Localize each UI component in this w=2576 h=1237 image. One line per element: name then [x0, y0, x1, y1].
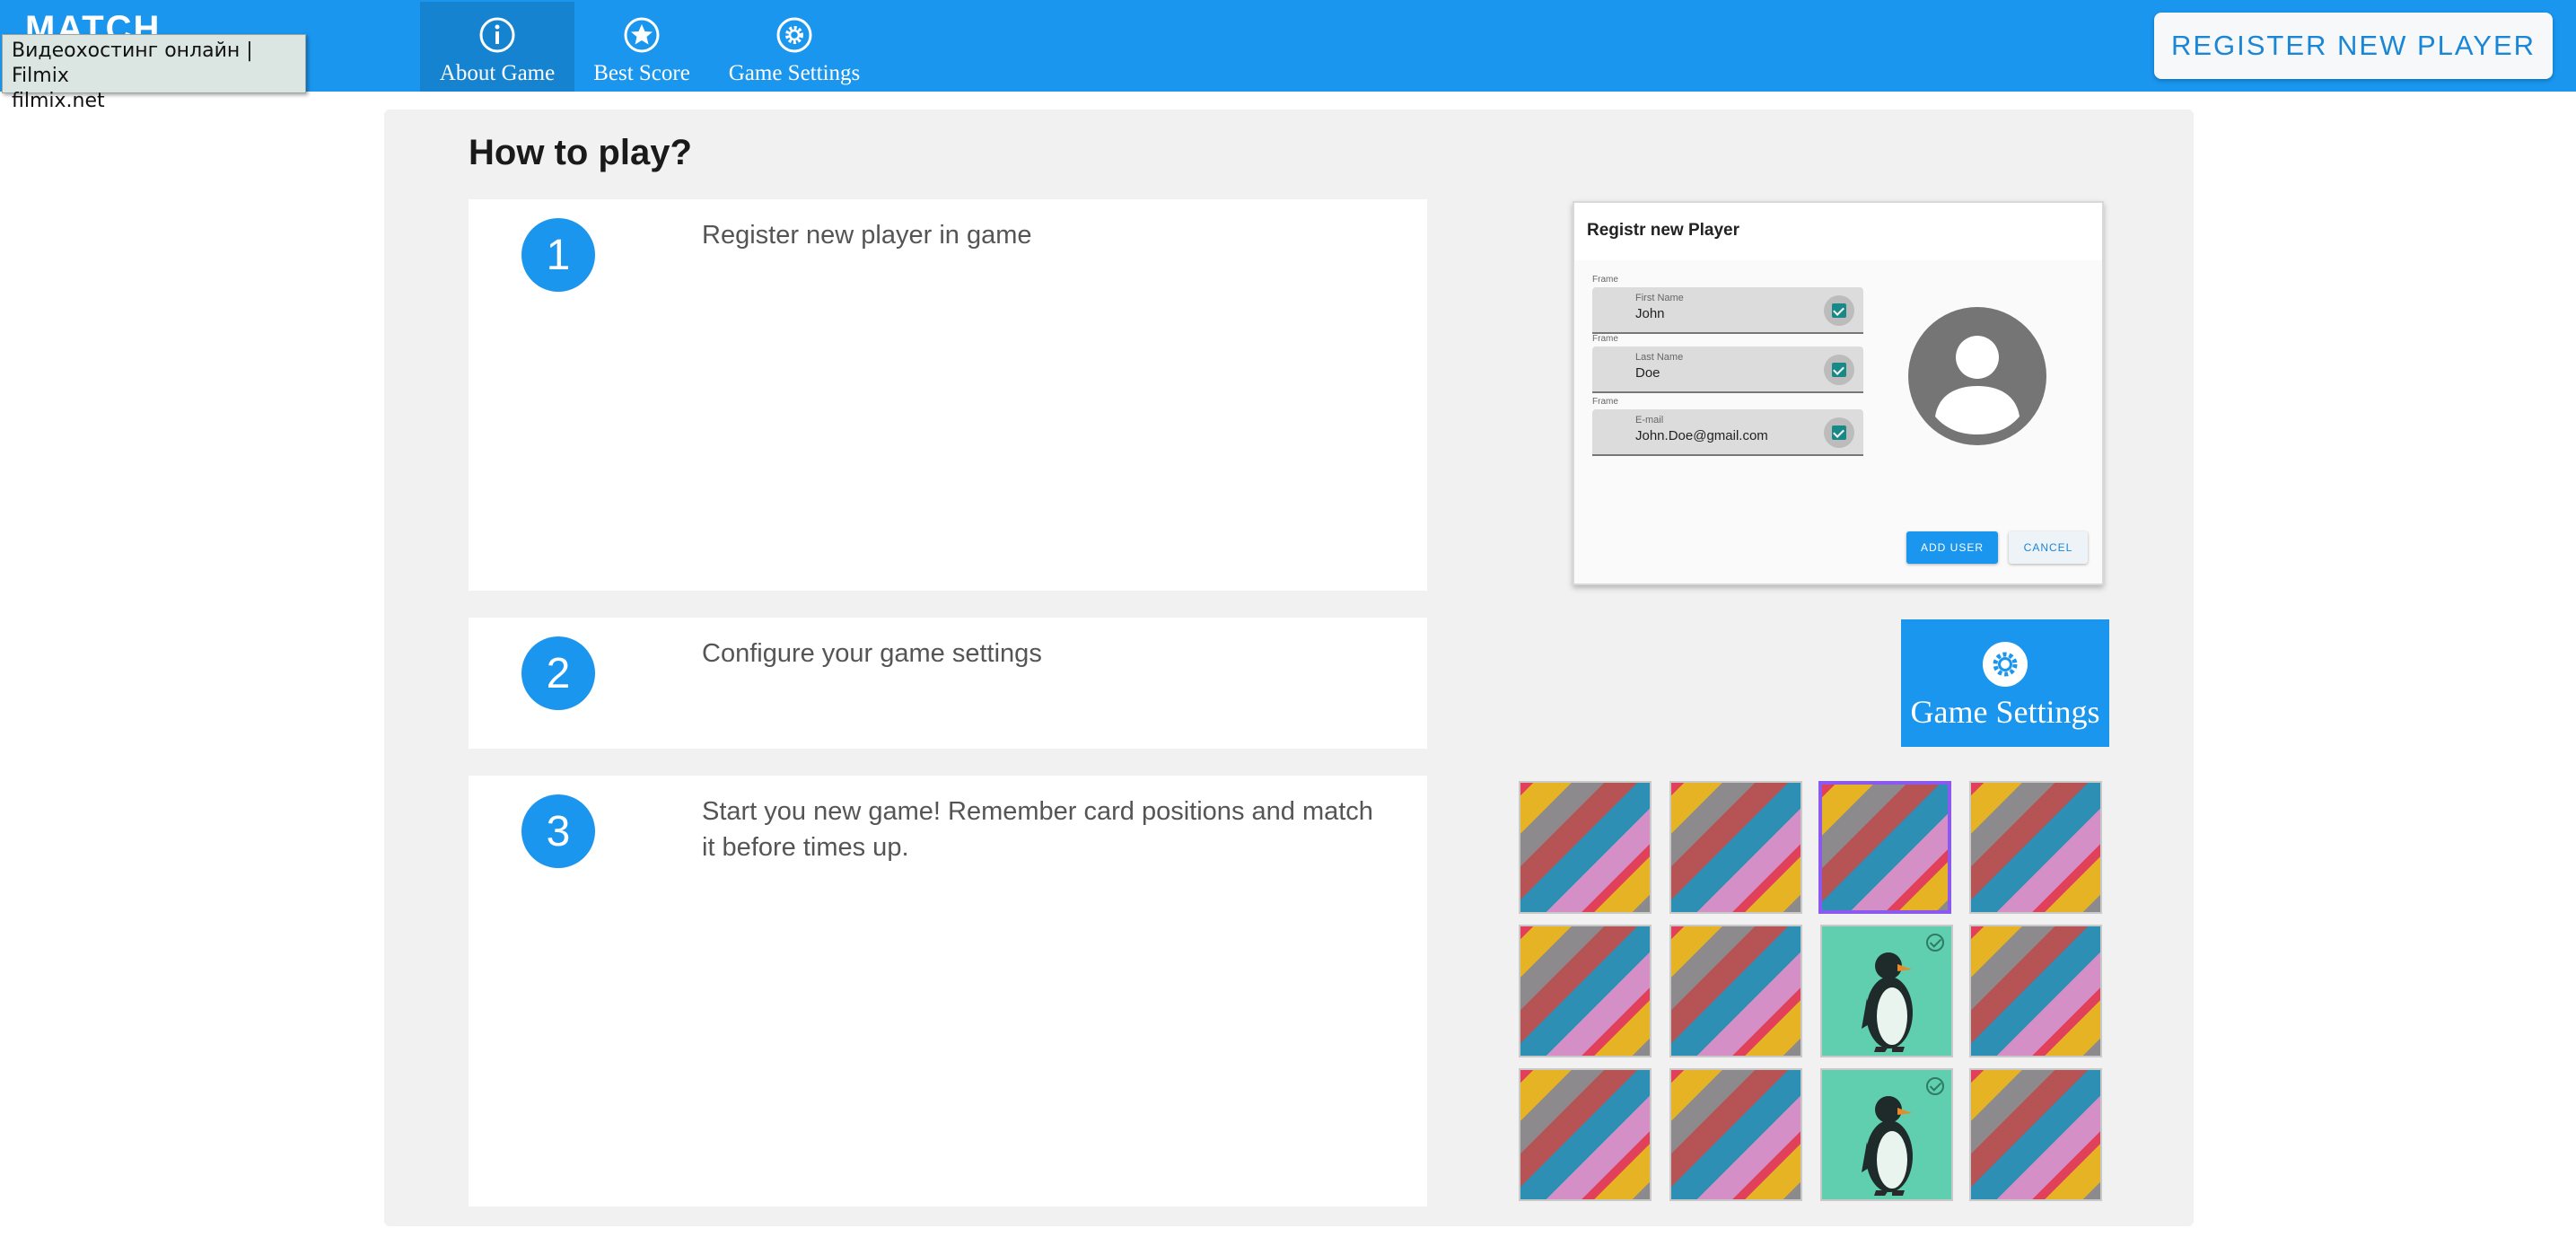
- tooltip-title: Видеохостинг онлайн | Filmix: [12, 39, 253, 87]
- tooltip-url: filmix.net: [12, 90, 105, 112]
- valid-check-icon: [1824, 295, 1854, 326]
- game-settings-preview: Game Settings: [1901, 619, 2109, 747]
- card-back: [1969, 1068, 2102, 1201]
- field-frame-label: Frame: [1592, 397, 1618, 407]
- penguin-icon: [1862, 1096, 1913, 1196]
- field-value: Doe: [1635, 365, 1660, 381]
- field-label: E-mail: [1635, 415, 1664, 425]
- field-frame-label: Frame: [1592, 334, 1618, 344]
- page-title: How to play?: [469, 133, 692, 172]
- step-card-1: 1 Register new player in game: [469, 199, 1427, 591]
- card-back: [1519, 1068, 1652, 1201]
- info-icon: [479, 17, 515, 53]
- add-user-button: ADD USER: [1906, 531, 1998, 564]
- valid-check-icon: [1824, 355, 1854, 385]
- nav-best-score[interactable]: Best Score: [574, 2, 709, 92]
- step-number-badge: 3: [521, 794, 595, 868]
- cancel-button: CANCEL: [2009, 531, 2088, 564]
- form-header: Registr new Player: [1574, 203, 2102, 260]
- nav-game-settings[interactable]: Game Settings: [709, 2, 880, 92]
- field-frame-label: Frame: [1592, 275, 1618, 285]
- gear-icon: [1983, 642, 2028, 687]
- step-number-badge: 1: [521, 218, 595, 292]
- card-penguin-matched: [1820, 1068, 1953, 1201]
- card-back: [1969, 925, 2102, 1057]
- penguin-icon: [1862, 952, 1913, 1052]
- card-back: [1669, 925, 1802, 1057]
- star-icon: [624, 17, 660, 53]
- email-field: E-mail John.Doe@gmail.com: [1592, 409, 1863, 456]
- valid-check-icon: [1824, 417, 1854, 448]
- card-back: [1669, 781, 1802, 914]
- step-description: Start you new game! Remember card positi…: [702, 797, 1373, 862]
- first-name-field: First Name John: [1592, 287, 1863, 334]
- card-back: [1669, 1068, 1802, 1201]
- register-new-player-button[interactable]: REGISTER NEW PLAYER: [2154, 13, 2553, 79]
- game-settings-preview-label: Game Settings: [1910, 694, 2100, 730]
- register-form-preview: Registr new Player Frame First Name John…: [1573, 201, 2104, 585]
- field-label: First Name: [1635, 293, 1684, 303]
- step-number-badge: 2: [521, 636, 595, 710]
- avatar-placeholder-icon: [1908, 307, 2046, 445]
- browser-tooltip: Видеохостинг онлайн | Filmix filmix.net: [2, 34, 306, 112]
- card-back-selected: [1818, 781, 1951, 914]
- main-nav: About Game Best Score Game Settings: [420, 2, 880, 92]
- card-back: [1519, 925, 1652, 1057]
- step-card-2: 2 Configure your game settings: [469, 618, 1427, 749]
- field-label: Last Name: [1635, 352, 1684, 363]
- app-header: MATCH About Game Best Score Game Setting: [0, 0, 2576, 92]
- card-grid-preview: [1517, 779, 2109, 1206]
- card-penguin-matched: [1820, 925, 1953, 1057]
- nav-game-settings-label: Game Settings: [728, 61, 861, 85]
- gear-icon: [776, 17, 812, 53]
- step-description: Configure your game settings: [702, 639, 1042, 668]
- nav-about-game-label: About Game: [439, 61, 556, 85]
- nav-about-game[interactable]: About Game: [420, 2, 574, 92]
- last-name-field: Last Name Doe: [1592, 347, 1863, 393]
- form-title: Registr new Player: [1587, 221, 1740, 240]
- card-back: [1969, 781, 2102, 914]
- field-value: John.Doe@gmail.com: [1635, 428, 1768, 443]
- field-value: John: [1635, 306, 1665, 321]
- step-card-3: 3 Start you new game! Remember card posi…: [469, 776, 1427, 1206]
- step-description: Register new player in game: [702, 221, 1032, 250]
- card-back: [1519, 781, 1652, 914]
- nav-best-score-label: Best Score: [593, 61, 690, 85]
